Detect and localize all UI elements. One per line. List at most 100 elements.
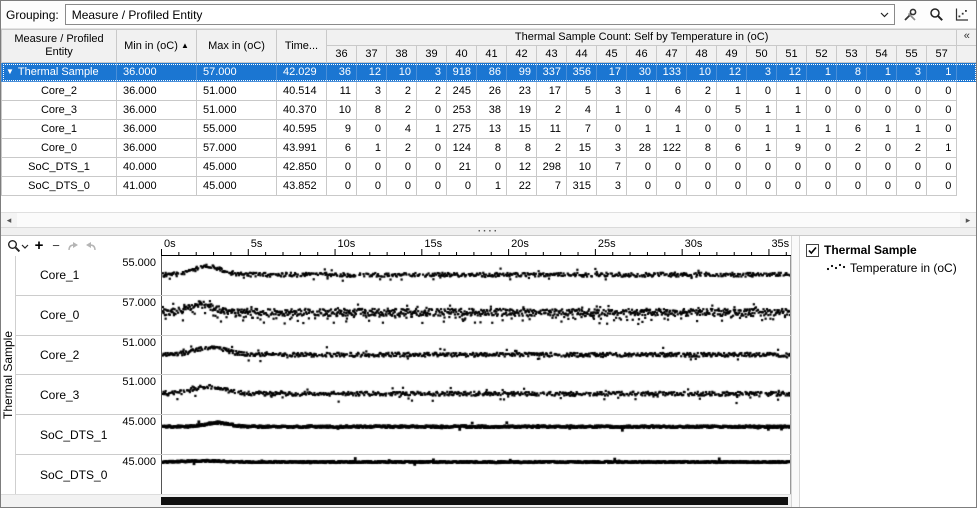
count-cell[interactable]: 8 [687,139,717,158]
count-cell[interactable]: 15 [507,120,537,139]
count-cell[interactable]: 1 [897,120,927,139]
count-cell[interactable]: 9 [777,139,807,158]
count-cell[interactable]: 7 [597,158,627,177]
count-cell[interactable]: 21 [447,158,477,177]
search-button[interactable] [925,4,947,26]
count-cell[interactable]: 0 [417,177,447,196]
count-cell[interactable]: 2 [387,82,417,101]
zoom-select-button[interactable] [7,238,29,254]
count-cell[interactable]: 2 [387,101,417,120]
grouping-combobox[interactable]: Measure / Profiled Entity [65,4,895,25]
count-cell[interactable]: 2 [687,82,717,101]
count-cell[interactable]: 1 [807,120,837,139]
count-cell[interactable]: 0 [897,177,927,196]
count-cell[interactable]: 8 [477,139,507,158]
count-cell[interactable]: 5 [567,82,597,101]
count-cell[interactable]: 337 [537,63,567,82]
count-cell[interactable]: 11 [327,82,357,101]
count-cell[interactable]: 1 [747,139,777,158]
count-cell[interactable]: 1 [927,139,957,158]
column-header-max[interactable]: Max in (oC) [197,30,277,63]
count-cell[interactable]: 0 [627,158,657,177]
count-cell[interactable]: 8 [357,101,387,120]
min-cell[interactable]: 36.000 [117,63,197,82]
min-cell[interactable]: 36.000 [117,101,197,120]
count-cell[interactable]: 0 [327,177,357,196]
min-cell[interactable]: 36.000 [117,120,197,139]
count-cell[interactable]: 2 [537,139,567,158]
temp-column-header[interactable]: 45 [597,46,627,63]
entity-cell[interactable]: Core_1 [2,120,117,139]
count-cell[interactable]: 275 [447,120,477,139]
zoom-out-button[interactable]: − [49,238,63,254]
count-cell[interactable]: 7 [567,120,597,139]
count-cell[interactable]: 315 [567,177,597,196]
time-cell[interactable]: 42.850 [277,158,327,177]
table-row-soc_dts_0[interactable]: SoC_DTS_041.00045.00043.8520000012273153… [2,177,977,196]
temp-column-header[interactable]: 44 [567,46,597,63]
count-cell[interactable]: 0 [717,120,747,139]
count-cell[interactable]: 0 [927,120,957,139]
count-cell[interactable]: 4 [567,101,597,120]
count-cell[interactable]: 1 [627,82,657,101]
chart-vertical-scrollbar[interactable] [791,236,800,507]
min-cell[interactable]: 41.000 [117,177,197,196]
count-cell[interactable]: 0 [687,120,717,139]
strip-plot[interactable] [161,296,791,335]
count-cell[interactable]: 0 [627,177,657,196]
count-cell[interactable]: 1 [807,63,837,82]
count-cell[interactable]: 0 [477,158,507,177]
temp-column-header[interactable]: 47 [657,46,687,63]
tools-button[interactable] [899,4,921,26]
count-cell[interactable]: 23 [507,82,537,101]
max-cell[interactable]: 45.000 [197,158,277,177]
temp-column-header[interactable]: 55 [897,46,927,63]
zoom-in-button[interactable]: + [32,238,46,254]
strip-plot[interactable] [161,455,791,494]
count-cell[interactable]: 0 [357,120,387,139]
count-cell[interactable]: 10 [567,158,597,177]
count-cell[interactable]: 356 [567,63,597,82]
count-cell[interactable]: 1 [867,63,897,82]
time-cell[interactable]: 40.370 [277,101,327,120]
entity-cell[interactable]: ▼Thermal Sample [2,63,117,82]
count-cell[interactable]: 0 [927,177,957,196]
count-cell[interactable]: 0 [327,158,357,177]
count-cell[interactable]: 0 [927,158,957,177]
count-cell[interactable]: 5 [717,101,747,120]
count-cell[interactable]: 1 [777,101,807,120]
count-cell[interactable]: 0 [417,101,447,120]
count-cell[interactable]: 0 [837,101,867,120]
entity-cell[interactable]: Core_2 [2,82,117,101]
count-cell[interactable]: 1 [477,177,507,196]
count-cell[interactable]: 1 [747,120,777,139]
count-cell[interactable]: 3 [597,82,627,101]
count-cell[interactable]: 1 [417,120,447,139]
count-cell[interactable]: 12 [507,158,537,177]
temp-column-header[interactable]: 40 [447,46,477,63]
count-cell[interactable]: 0 [687,101,717,120]
count-cell[interactable]: 0 [357,177,387,196]
time-cell[interactable]: 42.029 [277,63,327,82]
count-cell[interactable]: 28 [627,139,657,158]
count-cell[interactable]: 0 [657,158,687,177]
temp-column-header[interactable]: 49 [717,46,747,63]
count-cell[interactable]: 12 [717,63,747,82]
count-cell[interactable]: 1 [657,120,687,139]
count-cell[interactable]: 245 [447,82,477,101]
scrollbar-thumb[interactable] [161,497,788,505]
temp-column-header[interactable]: 46 [627,46,657,63]
count-cell[interactable]: 0 [867,158,897,177]
column-header-entity[interactable]: Measure / Profiled Entity [2,30,117,63]
count-cell[interactable]: 0 [837,82,867,101]
time-cell[interactable]: 43.991 [277,139,327,158]
count-cell[interactable]: 4 [657,101,687,120]
count-cell[interactable]: 0 [687,158,717,177]
count-cell[interactable]: 0 [597,120,627,139]
count-cell[interactable]: 0 [897,82,927,101]
count-cell[interactable]: 22 [507,177,537,196]
count-cell[interactable]: 124 [447,139,477,158]
count-cell[interactable]: 0 [897,158,927,177]
max-cell[interactable]: 51.000 [197,82,277,101]
entity-cell[interactable]: SoC_DTS_1 [2,158,117,177]
